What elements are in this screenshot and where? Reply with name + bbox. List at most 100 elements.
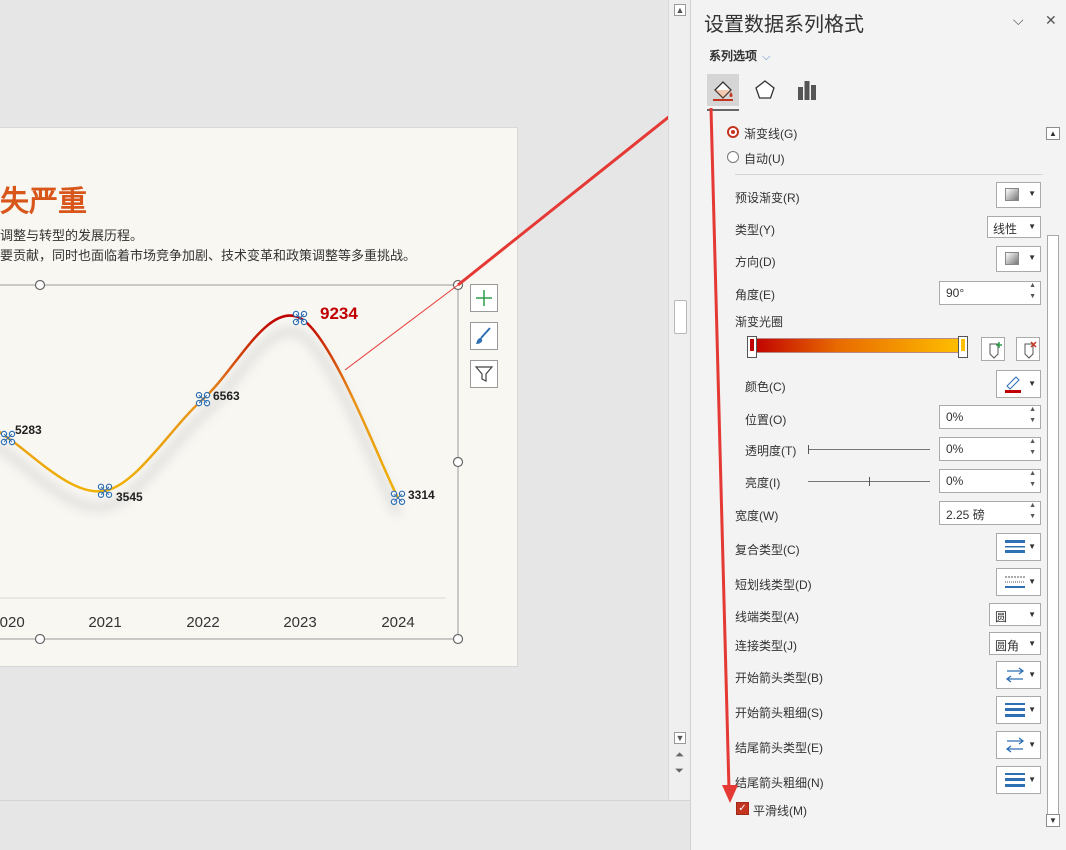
chart-styles-button[interactable] xyxy=(470,322,498,350)
spin-up-icon[interactable]: ▲ xyxy=(1029,502,1036,509)
chevron-down-icon: ⌵ xyxy=(762,51,771,63)
join-type-label: 连接类型(J) xyxy=(735,639,797,653)
data-label[interactable]: 3314 xyxy=(408,488,435,502)
begin-arrow-type-dropdown[interactable]: ▼ xyxy=(996,661,1041,689)
begin-arrow-size-dropdown[interactable]: ▼ xyxy=(996,696,1041,724)
compound-type-label: 复合类型(C) xyxy=(735,543,800,557)
type-value: 线性 xyxy=(993,222,1018,236)
gradient-stop-1-color xyxy=(750,339,754,351)
series-options-dropdown[interactable]: 系列选项 ⌵ xyxy=(709,47,770,64)
line-chart[interactable]: 5283 2020 3545 2021 6563 2022 9234 2023 3314 2024 xyxy=(0,0,704,850)
spin-down-icon[interactable]: ▼ xyxy=(1029,417,1036,424)
preset-gradient-dropdown[interactable]: ▼ xyxy=(996,182,1041,208)
scroll-up-button[interactable]: ▲ xyxy=(674,4,686,16)
canvas-vertical-scrollbar[interactable]: ▲ ▼ ⏶ ⏷ xyxy=(668,0,690,800)
fill-line-icon xyxy=(713,81,733,101)
smoothed-line-checkbox[interactable]: ✓ xyxy=(736,802,749,815)
pane-scrollbar[interactable]: ▲ ▼ xyxy=(1046,127,1060,828)
pane-scroll-down-button[interactable]: ▼ xyxy=(1046,814,1060,827)
data-label-highlight[interactable]: 9234 xyxy=(320,304,358,323)
end-arrow-type-dropdown[interactable]: ▼ xyxy=(996,731,1041,759)
add-gradient-stop-button[interactable] xyxy=(981,337,1005,361)
gradient-stop-2-color xyxy=(961,339,965,351)
annotation-arrow-to-fill-tab xyxy=(457,90,701,287)
spin-down-icon[interactable]: ▼ xyxy=(1029,513,1036,520)
dropdown-arrow-icon: ▼ xyxy=(1028,610,1036,619)
width-value: 2.25 磅 xyxy=(946,508,985,522)
smoothed-line-label[interactable]: 平滑线(M) xyxy=(753,802,807,819)
slider-thumb[interactable] xyxy=(869,477,870,486)
brightness-slider[interactable] xyxy=(808,477,930,486)
data-label[interactable]: 5283 xyxy=(15,423,42,437)
close-icon[interactable]: ✕ xyxy=(1045,12,1057,29)
dropdown-arrow-icon: ▼ xyxy=(1028,705,1036,714)
type-dropdown[interactable]: 线性 ▼ xyxy=(987,216,1041,238)
position-spinner[interactable]: 0% ▲ ▼ xyxy=(939,405,1041,429)
data-label[interactable]: 6563 xyxy=(213,389,240,403)
dropdown-arrow-icon: ▼ xyxy=(1028,379,1036,388)
slider-thumb[interactable] xyxy=(808,445,809,454)
color-picker-dropdown[interactable]: ▼ xyxy=(996,370,1041,398)
resize-handle[interactable] xyxy=(452,633,464,645)
data-point-marker[interactable] xyxy=(0,430,16,446)
add-stop-icon xyxy=(989,342,1002,359)
dash-type-dropdown[interactable]: ▼ xyxy=(996,568,1041,596)
spin-up-icon[interactable]: ▲ xyxy=(1029,438,1036,445)
data-point-marker[interactable] xyxy=(292,310,308,326)
angle-spinner[interactable]: 90° ▲ ▼ xyxy=(939,281,1041,305)
chart-filters-button[interactable] xyxy=(470,360,498,388)
data-point-marker[interactable] xyxy=(195,391,211,407)
join-type-value: 圆角 xyxy=(995,639,1020,653)
cap-type-label: 线端类型(A) xyxy=(735,610,799,624)
transparency-spinner[interactable]: 0% ▲ ▼ xyxy=(939,437,1041,461)
canvas-scroll-thumb[interactable] xyxy=(674,300,687,334)
resize-handle[interactable] xyxy=(34,279,46,291)
pane-scroll-thumb[interactable] xyxy=(1047,235,1059,815)
bar-chart-icon xyxy=(798,81,816,100)
gradient-stop-1[interactable] xyxy=(747,336,757,358)
auto-radio[interactable] xyxy=(727,151,739,163)
cap-type-dropdown[interactable]: 圆 ▼ xyxy=(989,603,1041,626)
end-arrow-size-dropdown[interactable]: ▼ xyxy=(996,766,1041,794)
position-label: 位置(O) xyxy=(745,413,787,427)
spin-down-icon[interactable]: ▼ xyxy=(1029,293,1036,300)
direction-dropdown[interactable]: ▼ xyxy=(996,246,1041,272)
gradient-line-radio[interactable] xyxy=(727,126,739,138)
arrow-type-icon xyxy=(1005,737,1025,753)
direction-label: 方向(D) xyxy=(735,255,776,269)
x-tick-label: 2021 xyxy=(88,614,121,631)
transparency-slider[interactable] xyxy=(808,445,930,454)
spin-up-icon[interactable]: ▲ xyxy=(1029,406,1036,413)
join-type-dropdown[interactable]: 圆角 ▼ xyxy=(989,632,1041,655)
angle-value: 90° xyxy=(946,286,965,300)
spin-up-icon[interactable]: ▲ xyxy=(1029,470,1036,477)
scroll-down-button[interactable]: ▼ xyxy=(674,732,686,744)
auto-label[interactable]: 自动(U) xyxy=(744,150,785,167)
pentagon-effects-icon xyxy=(755,80,775,99)
gradient-line-label[interactable]: 渐变线(G) xyxy=(744,125,797,142)
pane-scroll-up-button[interactable]: ▲ xyxy=(1046,127,1060,140)
gradient-stops-bar[interactable] xyxy=(752,338,964,353)
series-line[interactable] xyxy=(0,314,400,499)
data-label[interactable]: 3545 xyxy=(116,490,143,504)
brightness-spinner[interactable]: 0% ▲ ▼ xyxy=(939,469,1041,493)
remove-gradient-stop-button[interactable] xyxy=(1016,337,1040,361)
gradient-stop-2[interactable] xyxy=(958,336,968,358)
tab-fill-line[interactable] xyxy=(707,74,739,106)
spin-up-icon[interactable]: ▲ xyxy=(1029,282,1036,289)
width-spinner[interactable]: 2.25 磅 ▲ ▼ xyxy=(939,501,1041,525)
spin-down-icon[interactable]: ▼ xyxy=(1029,481,1036,488)
spin-down-icon[interactable]: ▼ xyxy=(1029,449,1036,456)
chart-elements-button[interactable] xyxy=(470,284,498,312)
pane-options-chevron-icon[interactable]: ⌵ xyxy=(1013,12,1024,29)
next-slide-icon[interactable]: ⏷ xyxy=(675,765,684,778)
tab-series-options[interactable] xyxy=(791,74,823,106)
filter-icon xyxy=(474,366,494,382)
dropdown-arrow-icon: ▼ xyxy=(1028,253,1036,262)
remove-stop-icon xyxy=(1024,341,1037,359)
compound-type-dropdown[interactable]: ▼ xyxy=(996,533,1041,561)
resize-handle[interactable] xyxy=(34,633,46,645)
resize-handle[interactable] xyxy=(452,456,464,468)
previous-slide-icon[interactable]: ⏶ xyxy=(675,749,684,762)
tab-effects[interactable] xyxy=(749,74,781,106)
